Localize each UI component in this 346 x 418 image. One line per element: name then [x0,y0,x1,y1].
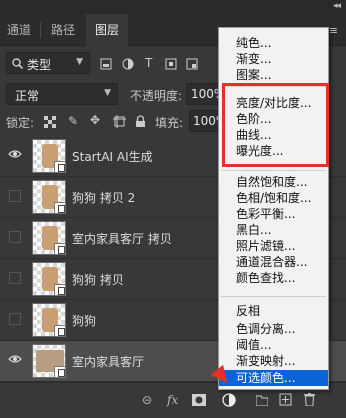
menu-item-threshold[interactable]: 阈值... [219,337,328,353]
collapse-icon[interactable]: ◂◂ [333,1,341,11]
smart-object-icon [54,243,66,255]
search-icon [12,58,23,69]
lock-transparent-icon[interactable] [44,116,56,128]
layer-thumbnail [32,344,66,378]
menu-item-selective-color[interactable]: 可选颜色... [219,370,328,386]
fx-icon[interactable]: fx [167,393,178,407]
menu-item-color-lookup[interactable]: 颜色查找... [219,270,328,286]
menu-item-hue-saturation[interactable]: 色相/饱和度... [219,190,328,206]
layer-thumbnail [32,139,66,173]
visibility-toggle[interactable] [9,190,21,202]
menu-item-solid-color[interactable]: 纯色... [219,35,328,51]
smart-object-icon [54,284,66,296]
eye-icon[interactable] [8,354,22,364]
layer-name: 狗狗 [72,314,97,328]
opacity-label: 不透明度: [130,89,183,103]
layer-thumbnail [32,262,66,296]
filter-adjustment-icon[interactable] [122,58,134,70]
layer-name: 室内家具客厅 [72,355,145,369]
menu-item-black-white[interactable]: 黑白... [219,222,328,238]
tab-layers[interactable]: 图层 [86,14,128,46]
link-icon[interactable]: ⊝ [142,393,152,407]
menu-separator [221,296,326,297]
panel-top-strip: ◂◂ [0,0,346,14]
new-layer-icon[interactable] [279,393,292,406]
filter-pixel-icon[interactable] [100,58,112,70]
menu-item-invert[interactable]: 反相 [219,303,328,319]
menu-item-color-balance[interactable]: 色彩平衡... [219,206,328,222]
smart-object-icon [54,161,66,173]
menu-item-gradient-map[interactable]: 渐变映射... [219,353,328,369]
filter-text-icon[interactable]: T [145,56,152,70]
visibility-toggle[interactable] [9,313,21,325]
eye-icon[interactable] [8,149,22,159]
filter-smart-object-icon[interactable] [186,58,198,70]
menu-item-vibrance[interactable]: 自然饱和度... [219,174,328,190]
layer-name: 狗狗 拷贝 2 [72,191,136,205]
menu-item-gradient[interactable]: 渐变... [219,51,328,67]
add-mask-icon[interactable] [192,394,206,406]
chevron-down-icon: ▼ [104,88,111,98]
lock-icon[interactable] [135,115,146,128]
tab-channels[interactable]: 通道 [0,14,38,46]
visibility-toggle[interactable] [9,272,21,284]
adjustment-menu: 纯色... 渐变... 图案... 亮度/对比度... 色阶... 曲线... … [218,27,329,390]
layer-thumbnail [32,180,66,214]
brush-icon[interactable]: ✎ [68,114,78,128]
tab-paths[interactable]: 路径 [42,14,84,46]
annotation-highlight-box [222,83,329,167]
smart-object-icon [54,366,66,378]
smart-object-icon [54,325,66,337]
trash-icon[interactable] [304,393,315,406]
chevron-down-icon: ▼ [76,57,83,67]
menu-item-channel-mixer[interactable]: 通道混合器... [219,254,328,270]
menu-item-photo-filter[interactable]: 照片滤镜... [219,238,328,254]
group-folder-icon[interactable] [256,394,268,406]
layer-name: StartAI AI生成 [72,150,153,164]
panel-menu-icon[interactable]: ≡ [329,24,338,37]
smart-object-icon [54,202,66,214]
blend-mode-select[interactable]: 正常 ▼ [6,83,118,105]
layer-name: 室内家具客厅 拷贝 [72,232,172,246]
blend-mode-value: 正常 [15,89,40,103]
artboard-lock-icon[interactable] [113,115,126,128]
tab-divider [40,22,41,38]
visibility-toggle[interactable] [9,231,21,243]
fill-label: 填充: [155,116,184,130]
lock-label: 锁定: [6,116,35,130]
menu-item-posterize[interactable]: 色调分离... [219,321,328,337]
menu-separator [221,170,326,171]
move-icon[interactable]: ✥ [90,113,100,127]
menu-item-pattern[interactable]: 图案... [219,67,328,83]
filter-type-value: 类型 [27,58,52,72]
layer-thumbnail [32,303,66,337]
filter-type-select[interactable]: 类型 ▼ [6,52,90,74]
filter-shape-icon[interactable] [165,58,177,70]
layer-name: 狗狗 拷贝 [72,273,124,287]
adjustment-layer-icon[interactable] [222,393,236,407]
layer-thumbnail [32,221,66,255]
